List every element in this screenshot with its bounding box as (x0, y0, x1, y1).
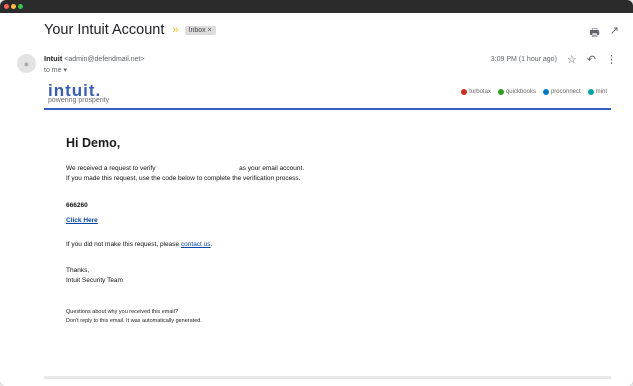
product-label: proconnect (550, 89, 581, 95)
sender-name[interactable]: Intuit (44, 54, 62, 63)
top-toolbar: 🖶 ↗ (589, 24, 619, 43)
email-content: intuit. powering prosperity turbotax qui… (44, 80, 611, 380)
recipient-line[interactable]: to me ▾ (44, 65, 145, 76)
inbox-label-chip[interactable]: Inbox × (184, 25, 216, 35)
email-subject: Your Intuit Account (44, 22, 165, 38)
subject-row: Your Intuit Account » Inbox × (44, 22, 216, 38)
maximize-window-button[interactable] (18, 4, 23, 9)
window-titlebar (0, 0, 633, 13)
turbotax-icon (461, 89, 468, 95)
team-signature: Intuit Security Team (66, 277, 123, 284)
mint-icon (587, 89, 594, 95)
brand-header: intuit. powering prosperity turbotax qui… (44, 80, 611, 110)
close-window-button[interactable] (4, 4, 9, 9)
product-label: quickbooks (505, 89, 536, 95)
email-body: Hi Demo, We received a request to verify… (66, 136, 586, 326)
verify-line-end: as your email account. (239, 165, 305, 172)
verify-line: We received a request to verify as your … (66, 164, 586, 174)
more-options-icon[interactable]: ⋮ (606, 53, 617, 66)
product-mint[interactable]: mint (587, 89, 607, 95)
mail-window: Your Intuit Account » Inbox × 🖶 ↗ ● Intu… (0, 0, 633, 386)
contact-us-link[interactable]: contact us (181, 241, 211, 248)
sender-email: <admin@defendmail.net> (64, 56, 145, 63)
minimize-window-button[interactable] (11, 4, 16, 9)
not-request-text: If you did not make this request, please (66, 241, 180, 248)
instruction-line: If you made this request, use the code b… (66, 175, 301, 182)
message-time: 3:09 PM (1 hour ago) (490, 56, 557, 63)
importance-marker-icon[interactable]: » (172, 24, 178, 36)
product-quickbooks[interactable]: quickbooks (497, 89, 536, 95)
verification-code: 666260 (66, 202, 88, 209)
product-label: mint (595, 89, 607, 95)
verify-line-start: We received a request to verify (66, 165, 156, 172)
product-links: turbotax quickbooks proconnect mint (461, 89, 607, 95)
star-icon[interactable]: ☆ (567, 53, 577, 66)
footer-divider (44, 376, 611, 379)
quickbooks-icon (497, 89, 504, 95)
proconnect-icon (542, 89, 549, 95)
greeting: Hi Demo, (66, 136, 121, 150)
period: . (210, 241, 213, 248)
click-here-link[interactable]: Click Here (66, 217, 586, 224)
message-meta: 3:09 PM (1 hour ago) ☆ ↶ ⋮ (491, 53, 617, 66)
open-in-new-icon[interactable]: ↗ (610, 24, 619, 43)
product-label: turbotax (469, 89, 491, 95)
noreply-line: Don't reply to this email. It was automa… (66, 318, 202, 324)
not-request-line: If you did not make this request, please… (66, 240, 586, 250)
product-proconnect[interactable]: proconnect (542, 89, 581, 95)
thanks-line: Thanks, (66, 267, 90, 274)
sender-info: Intuit <admin@defendmail.net> to me ▾ (44, 53, 145, 76)
sender-avatar: ● (17, 54, 36, 73)
product-turbotax[interactable]: turbotax (461, 89, 491, 95)
print-icon[interactable]: 🖶 (589, 24, 599, 43)
questions-line: Questions about why you received this em… (66, 309, 178, 315)
reply-icon[interactable]: ↶ (587, 53, 596, 66)
brand-tagline: powering prosperity (48, 97, 110, 104)
